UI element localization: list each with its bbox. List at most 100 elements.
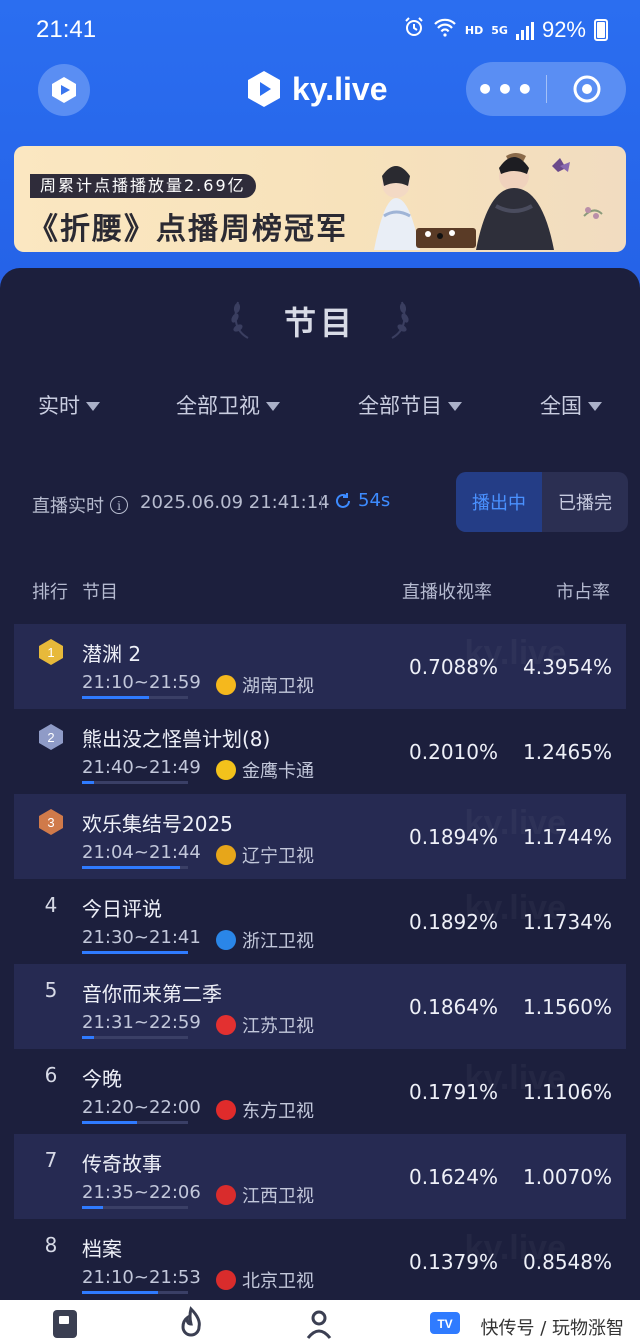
col-rating[interactable]: 直播收视率 xyxy=(402,578,492,604)
tab-on-air[interactable]: 播出中 xyxy=(456,472,542,532)
channel-logo-icon xyxy=(216,675,236,695)
hd-indicator: HD xyxy=(464,23,484,37)
svg-text:1: 1 xyxy=(47,645,54,660)
caret-down-icon xyxy=(86,401,100,411)
table-row[interactable]: 8 ky.live 档案 21:10~21:53 北京卫视 0.1379% 0.… xyxy=(14,1219,626,1304)
channel: 东方卫视 xyxy=(216,1097,314,1123)
countdown-text: 54s xyxy=(358,490,391,511)
share-value: 0.8548% xyxy=(523,1250,612,1274)
share-value: 1.0070% xyxy=(523,1165,612,1189)
home-logo-button[interactable] xyxy=(38,64,90,116)
share-value: 1.1734% xyxy=(523,910,612,934)
app-title: ky.live xyxy=(246,70,387,108)
filter-time[interactable]: 实时 xyxy=(38,390,100,420)
program-name: 今晚 xyxy=(82,1067,122,1091)
progress-fill xyxy=(82,1036,94,1039)
progress-fill xyxy=(82,1291,159,1294)
rating-value: 0.1624% xyxy=(409,1165,498,1189)
caret-down-icon xyxy=(448,401,462,411)
filter-label: 全部节目 xyxy=(358,394,442,418)
tab-finished[interactable]: 已播完 xyxy=(542,472,628,532)
progress-fill xyxy=(82,951,188,954)
ratings-panel: 节目 实时 全部卫视 全部节目 全国 直播实时 i 2025.06.09 21:… xyxy=(0,268,640,1341)
live-label-text: 直播实时 xyxy=(32,496,104,517)
more-button[interactable]: ••• xyxy=(466,62,546,116)
program-time: 21:20~22:00 xyxy=(82,1097,201,1118)
program-name: 今日评说 xyxy=(82,897,162,921)
ratings-table: 1 ky.live 潜渊 2 21:10~21:59 湖南卫视 0.7088% … xyxy=(14,624,626,1304)
rating-value: 0.7088% xyxy=(409,655,498,679)
broadcast-status-toggle: 播出中 已播完 xyxy=(456,472,628,532)
filter-label: 全部卫视 xyxy=(176,394,260,418)
svg-text:2: 2 xyxy=(47,730,54,745)
share-value: 4.3954% xyxy=(523,655,612,679)
channel-name: 浙江卫视 xyxy=(242,931,314,952)
refresh-countdown[interactable]: 54s xyxy=(334,490,390,511)
col-share[interactable]: 市占率 xyxy=(556,578,610,604)
channel: 江苏卫视 xyxy=(216,1012,314,1038)
table-row[interactable]: 2 熊出没之怪兽计划(8) 21:40~21:49 金鹰卡通 0.2010% 1… xyxy=(14,709,626,794)
tab-tv-icon[interactable]: TV xyxy=(428,1306,462,1340)
channel-name: 金鹰卡通 xyxy=(242,761,314,782)
progress-fill xyxy=(82,696,149,699)
close-target-button[interactable] xyxy=(547,62,626,116)
program-time: 21:40~21:49 xyxy=(82,757,201,778)
table-row[interactable]: 3 ky.live 欢乐集结号2025 21:04~21:44 辽宁卫视 0.1… xyxy=(14,794,626,879)
rank-silver-badge-icon: 2 xyxy=(39,724,63,750)
target-icon xyxy=(573,75,600,103)
caret-down-icon xyxy=(588,401,602,411)
rank-number: 8 xyxy=(44,1233,58,1257)
app-name: ky.live xyxy=(292,70,388,107)
banner-title: 《折腰》点播周榜冠军 xyxy=(28,212,348,247)
rank-gold-badge-icon: 1 xyxy=(39,639,63,665)
rating-value: 0.1379% xyxy=(409,1250,498,1274)
channel: 金鹰卡通 xyxy=(216,757,314,783)
program-name: 熊出没之怪兽计划(8) xyxy=(82,727,271,751)
filter-program[interactable]: 全部节目 xyxy=(358,390,462,420)
banner-tag: 周累计点播播放量2.69亿 xyxy=(30,174,256,198)
battery-percent: 92% xyxy=(541,17,586,42)
progress-track xyxy=(82,1291,188,1294)
mini-program-capsule: ••• xyxy=(466,62,626,116)
play-logo-icon xyxy=(52,77,76,103)
promo-banner[interactable]: 周累计点播播放量2.69亿 《折腰》点播周榜冠军 xyxy=(14,146,626,252)
share-value: 1.2465% xyxy=(523,740,612,764)
progress-track xyxy=(82,1206,188,1209)
col-rank: 排行 xyxy=(32,582,68,603)
program-name: 潜渊 2 xyxy=(82,642,142,666)
channel-name: 江西卫视 xyxy=(242,1186,314,1207)
progress-track xyxy=(82,951,188,954)
channel-logo-icon xyxy=(216,930,236,950)
refresh-icon xyxy=(336,492,350,508)
filter-region[interactable]: 全国 xyxy=(540,390,602,420)
table-row[interactable]: 5 音你而来第二季 21:31~22:59 江苏卫视 0.1864% 1.156… xyxy=(14,964,626,1049)
channel-name: 江苏卫视 xyxy=(242,1016,314,1037)
tab-profile-icon[interactable] xyxy=(302,1306,336,1340)
bottom-tab-bar: TV 快传号 / 玩物涨智 xyxy=(0,1300,640,1341)
channel: 浙江卫视 xyxy=(216,927,314,953)
tab-list-icon[interactable] xyxy=(48,1306,82,1340)
table-row[interactable]: 1 ky.live 潜渊 2 21:10~21:59 湖南卫视 0.7088% … xyxy=(14,624,626,709)
svg-text:3: 3 xyxy=(47,815,54,830)
info-icon[interactable]: i xyxy=(110,496,128,514)
progress-track xyxy=(82,1036,188,1039)
ky-logo-icon xyxy=(248,71,280,107)
filter-channel[interactable]: 全部卫视 xyxy=(176,390,280,420)
signal-icon xyxy=(515,20,534,40)
nav-row: ky.live ••• xyxy=(0,62,640,118)
channel-logo-icon xyxy=(216,760,236,780)
program-name: 音你而来第二季 xyxy=(82,982,222,1006)
table-row[interactable]: 4 ky.live 今日评说 21:30~21:41 浙江卫视 0.1892% … xyxy=(14,879,626,964)
filter-row: 实时 全部卫视 全部节目 全国 xyxy=(0,390,640,426)
panel-title: 节目 xyxy=(283,304,356,342)
program-time: 21:31~22:59 xyxy=(82,1012,201,1033)
tab-hot-icon[interactable] xyxy=(174,1306,208,1340)
channel-logo-icon xyxy=(216,1015,236,1035)
channel-logo-icon xyxy=(216,1100,236,1120)
table-row[interactable]: 7 传奇故事 21:35~22:06 江西卫视 0.1624% 1.0070% xyxy=(14,1134,626,1219)
table-row[interactable]: 6 ky.live 今晚 21:20~22:00 东方卫视 0.1791% 1.… xyxy=(14,1049,626,1134)
rank-number: 4 xyxy=(44,893,58,917)
channel: 北京卫视 xyxy=(216,1267,314,1293)
status-icons: HD 5G 92% xyxy=(403,16,608,44)
channel: 江西卫视 xyxy=(216,1182,314,1208)
